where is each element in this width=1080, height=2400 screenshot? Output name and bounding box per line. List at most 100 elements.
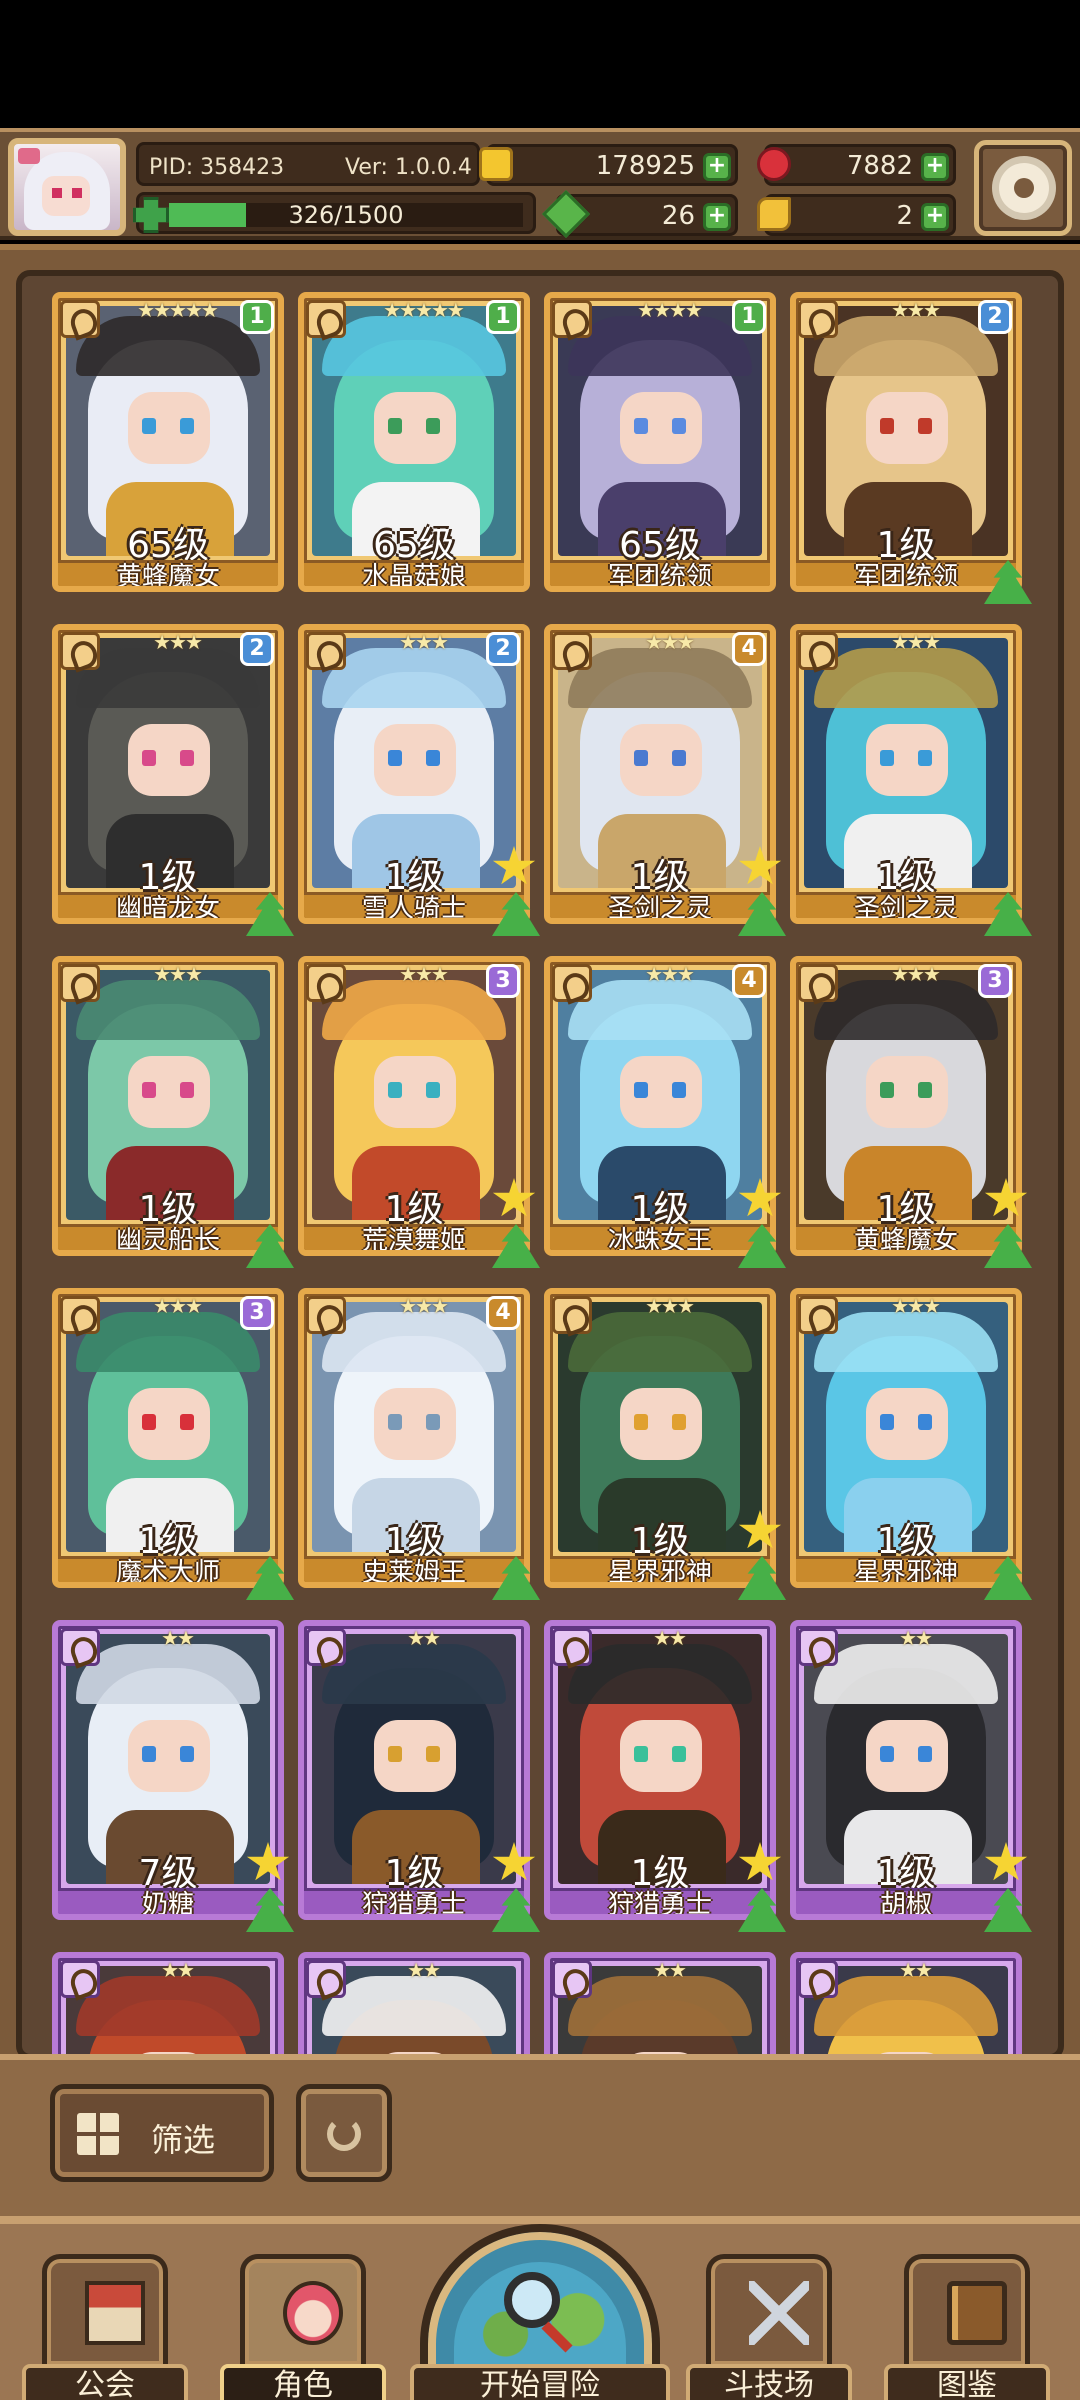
character-card[interactable]: ★★★ 3 1级 魔术大师: [52, 1288, 294, 1604]
portrait-eye-left: [880, 1414, 894, 1430]
portrait-face: [128, 1056, 210, 1128]
rarity-stars: ★★★: [399, 630, 449, 654]
nav-guild[interactable]: 公会: [22, 2254, 188, 2400]
class-icon: [798, 1960, 838, 1998]
class-icon: [306, 632, 346, 670]
character-card[interactable]: ★★★ 4 1级 史莱姆王: [298, 1288, 540, 1604]
key-counter: 2 +: [757, 194, 956, 236]
card-frame: ★★★ 2 1级 军团统领: [790, 292, 1022, 592]
character-card[interactable]: ★★★ 2 1级 雪人骑士: [298, 624, 540, 940]
rarity-stars: ★★★★: [637, 298, 703, 322]
character-card[interactable]: ★★ 7级 奶糖: [52, 1620, 294, 1936]
name-plate: 黄蜂魔女: [796, 1224, 1016, 1256]
character-card[interactable]: ★★: [52, 1952, 284, 2054]
character-card[interactable]: ★★: [544, 1952, 776, 2054]
nav-codex[interactable]: 图鉴: [884, 2254, 1050, 2400]
rarity-stars: ★★★: [891, 298, 941, 322]
class-icon: [552, 964, 592, 1002]
character-card[interactable]: ★★ 1级 胡椒: [790, 1620, 1032, 1936]
character-card[interactable]: ★★★ 1级 星界邪神: [790, 1288, 1032, 1604]
character-card[interactable]: ★★★ 2 1级 军团统领: [790, 292, 1032, 608]
exp-icon: [133, 197, 169, 233]
character-card[interactable]: ★★★ 1级 圣剑之灵: [790, 624, 1032, 940]
character-name: 黄蜂魔女: [853, 1226, 958, 1256]
gold-coin-icon: [479, 147, 513, 181]
nav-start-adventure[interactable]: 开始冒险: [410, 2224, 670, 2400]
nav-guild-label: 公会: [22, 2364, 188, 2400]
book-icon: [947, 2281, 1007, 2345]
character-card[interactable]: ★★★★★ 1 65级 水晶菇娘: [298, 292, 530, 608]
portrait-face: [374, 1388, 456, 1460]
portrait-eye-right: [672, 1414, 686, 1430]
avatar-face: [42, 176, 90, 216]
portrait-eye-right: [918, 1746, 932, 1762]
avatar-eye-right: [72, 188, 82, 198]
nav-arena-label: 斗技场: [686, 2364, 852, 2400]
character-card[interactable]: ★★★ 2 1级 幽暗龙女: [52, 624, 294, 940]
character-card[interactable]: ★★★★ 1 65级 军团统领: [544, 292, 776, 608]
name-plate: 圣剑之灵: [550, 892, 770, 918]
rarity-stars: ★★: [653, 1626, 687, 1650]
character-card[interactable]: ★★★★★ 1 65级 黄蜂魔女: [52, 292, 284, 608]
rarity-stars: ★★★: [399, 962, 449, 986]
character-card[interactable]: ★★: [790, 1952, 1022, 2054]
card-frame: ★★★ 1级 星界邪神: [790, 1288, 1022, 1588]
portrait-eye-right: [426, 750, 440, 766]
class-icon: [306, 300, 346, 338]
add-key-button[interactable]: +: [921, 203, 949, 231]
character-card[interactable]: ★★ 1级 狩猎勇士: [544, 1620, 786, 1936]
add-gold-button[interactable]: +: [703, 153, 731, 181]
rarity-stars: ★★★: [153, 962, 203, 986]
card-frame: ★★★ 4 1级 冰蛛女王: [544, 956, 776, 1256]
rarity-stars: ★★: [899, 1958, 933, 1982]
character-card[interactable]: ★★ 1级 狩猎勇士: [298, 1620, 540, 1936]
portrait-eye-left: [142, 1746, 156, 1762]
filter-button[interactable]: 筛选: [50, 2084, 274, 2182]
character-name: 星界邪神: [607, 1558, 712, 1588]
settings-button[interactable]: [974, 140, 1072, 236]
portrait-headwear: [76, 1312, 260, 1372]
card-frame: ★★ 1级 狩猎勇士: [544, 1620, 776, 1920]
nav-characters[interactable]: 角色: [220, 2254, 386, 2400]
portrait-eye-right: [918, 418, 932, 434]
gear-icon: [999, 163, 1049, 213]
card-frame: ★★★ 3 1级 魔术大师: [52, 1288, 284, 1588]
name-plate: 雪人骑士: [304, 892, 524, 918]
character-card[interactable]: ★★: [298, 1952, 530, 2054]
tier-badge: 2: [486, 632, 520, 666]
class-icon: [60, 632, 100, 670]
add-clover-button[interactable]: +: [703, 203, 731, 231]
tier-badge: 4: [486, 1296, 520, 1330]
character-face-icon: [283, 2281, 343, 2345]
portrait-headwear: [322, 980, 506, 1040]
character-grid[interactable]: ★★★★★ 1 65级 黄蜂魔女 ★★★★★ 1 65级 水晶菇娘 ★★★★ 1 65级 军团统领 ★★…: [16, 270, 1064, 2060]
character-name: 狩猎勇士: [607, 1890, 712, 1920]
nav-arena[interactable]: 斗技场: [686, 2254, 852, 2400]
portrait-face: [128, 724, 210, 796]
id-panel: PID: 358423 Ver: 1.0.0.4: [136, 142, 480, 186]
tier-badge: 3: [978, 964, 1012, 998]
character-card[interactable]: ★★★ 3 1级 黄蜂魔女: [790, 956, 1032, 1272]
character-name: 军团统领: [607, 562, 712, 592]
name-plate: 奶糖: [58, 1888, 278, 1914]
portrait-face: [620, 1388, 702, 1460]
character-card[interactable]: ★★★ 1级 幽灵船长: [52, 956, 294, 1272]
clover-icon: [541, 189, 591, 239]
portrait-headwear: [76, 1644, 260, 1704]
character-card[interactable]: ★★★ 3 1级 荒漠舞姬: [298, 956, 540, 1272]
character-card[interactable]: ★★★ 4 1级 圣剑之灵: [544, 624, 786, 940]
player-avatar[interactable]: [8, 138, 126, 236]
portrait-face: [866, 1056, 948, 1128]
rarity-stars: ★★★★★: [137, 298, 219, 322]
rarity-stars: ★★★: [891, 962, 941, 986]
character-card[interactable]: ★★★ 4 1级 冰蛛女王: [544, 956, 786, 1272]
character-name: 魔术大师: [115, 1558, 220, 1588]
add-gem-button[interactable]: +: [921, 153, 949, 181]
card-frame: ★★★★★ 1 65级 黄蜂魔女: [52, 292, 284, 592]
gold-counter: 178925 +: [479, 144, 738, 186]
portrait-eye-right: [426, 1414, 440, 1430]
tier-badge: 1: [486, 300, 520, 334]
sort-refresh-button[interactable]: [296, 2084, 392, 2182]
character-card[interactable]: ★★★ 1级 星界邪神: [544, 1288, 786, 1604]
portrait-headwear: [568, 980, 752, 1040]
